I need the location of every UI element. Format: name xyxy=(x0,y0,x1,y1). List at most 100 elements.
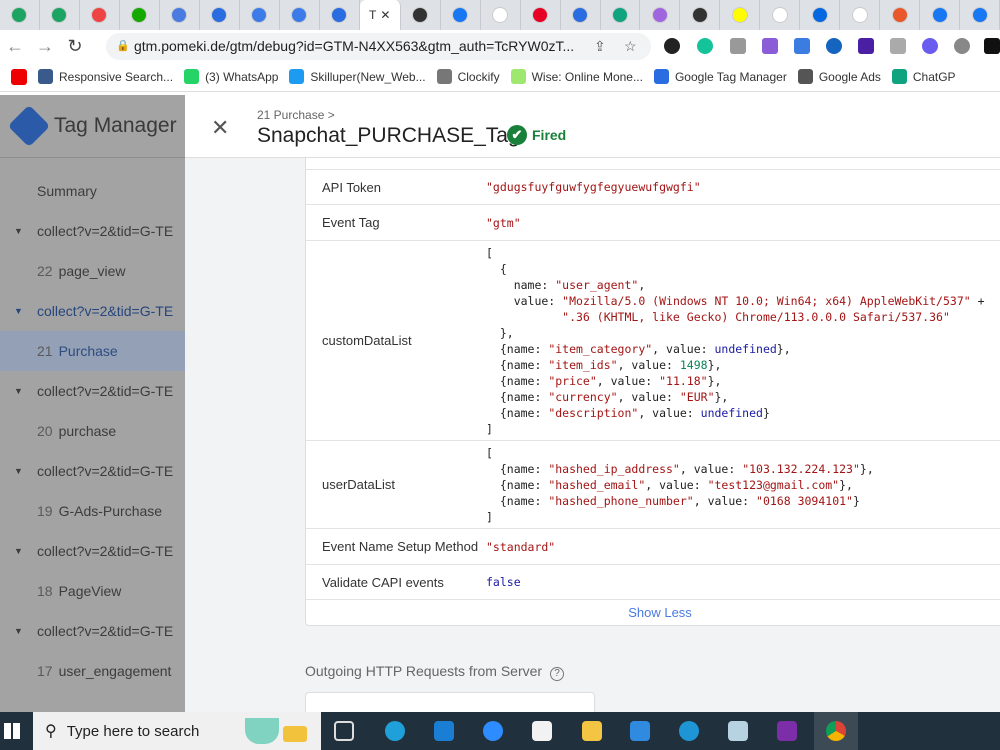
sidebar-request-group[interactable]: ▼ collect?v=2&tid=G-TE xyxy=(0,531,185,571)
back-icon[interactable]: ← xyxy=(0,36,30,57)
browser-tab[interactable] xyxy=(40,0,80,30)
bookmark-star-icon[interactable]: ☆ xyxy=(624,33,637,60)
caret-down-icon[interactable]: ▼ xyxy=(0,226,37,236)
show-less-button[interactable]: Show Less xyxy=(306,600,1000,625)
caret-down-icon[interactable]: ▼ xyxy=(0,306,37,316)
extension-icon[interactable] xyxy=(826,38,842,54)
tab-favicon-icon xyxy=(51,7,68,23)
browser-tab[interactable] xyxy=(481,0,521,30)
extension-icon[interactable] xyxy=(858,38,874,54)
mail-icon[interactable] xyxy=(630,721,650,741)
browser-tab[interactable] xyxy=(0,0,40,30)
windows-start-icon[interactable] xyxy=(4,723,20,739)
close-icon[interactable]: ✕ xyxy=(211,115,229,141)
onenote-icon[interactable] xyxy=(777,721,797,741)
browser-tab[interactable] xyxy=(441,0,481,30)
property-row: customDataList[ { name: "user_agent", va… xyxy=(306,241,1000,441)
sidebar-event-item[interactable]: 22 page_view xyxy=(0,251,185,291)
app-icon[interactable] xyxy=(728,721,748,741)
browser-tab[interactable] xyxy=(680,0,721,30)
chrome-taskbar-button[interactable] xyxy=(814,712,858,750)
bookmark-item[interactable]: Wise: Online Mone... xyxy=(510,69,643,84)
url-text: gtm.pomeki.de/gtm/debug?id=GTM-N4XX563&g… xyxy=(134,38,575,54)
browser-tab[interactable] xyxy=(280,0,320,30)
browser-tab[interactable] xyxy=(720,0,761,30)
close-tab-icon[interactable]: ✕ xyxy=(380,8,390,22)
browser-tab[interactable] xyxy=(200,0,240,30)
extension-icon[interactable] xyxy=(890,38,906,54)
browser-tab[interactable] xyxy=(880,0,921,30)
bookmark-label: ChatGP xyxy=(912,69,956,84)
browser-tab[interactable] xyxy=(800,0,841,30)
app-title: Tag Manager xyxy=(54,114,177,137)
code-token: "price" xyxy=(548,373,597,388)
browser-tab[interactable] xyxy=(640,0,681,30)
extension-icon[interactable] xyxy=(794,38,810,54)
sidebar-event-item[interactable]: 18 PageView xyxy=(0,571,185,611)
tab-favicon-icon xyxy=(171,7,188,23)
sidebar-event-item[interactable]: 20 purchase xyxy=(0,411,185,451)
tab-favicon-icon xyxy=(532,7,549,23)
breadcrumb[interactable]: 21 Purchase > xyxy=(257,108,335,122)
sidebar-event-item[interactable]: 17 user_engagement xyxy=(0,651,185,691)
tab-active[interactable]: T ✕ xyxy=(359,0,401,30)
extension-icon[interactable] xyxy=(922,38,938,54)
zoom-icon[interactable] xyxy=(483,721,503,741)
browser-tab[interactable] xyxy=(920,0,961,30)
caret-down-icon[interactable]: ▼ xyxy=(0,626,37,636)
browser-tab[interactable] xyxy=(960,0,1000,30)
browser-tab[interactable] xyxy=(160,0,200,30)
caret-down-icon[interactable]: ▼ xyxy=(0,546,37,556)
code-token: {name: xyxy=(486,493,549,508)
bookmark-item[interactable]: Google Ads xyxy=(797,69,881,84)
bookmark-item[interactable]: Google Tag Manager xyxy=(653,69,787,84)
browser-tab[interactable] xyxy=(80,0,120,30)
reload-icon[interactable]: ↻ xyxy=(60,36,90,57)
outgoing-request-item[interactable] xyxy=(305,692,595,712)
sidebar-request-group[interactable]: ▼ collect?v=2&tid=G-TE xyxy=(0,291,185,331)
browser-tab[interactable] xyxy=(521,0,561,30)
browser-tab[interactable] xyxy=(320,0,360,30)
edge-icon[interactable] xyxy=(385,721,405,741)
extension-icon[interactable] xyxy=(954,38,970,54)
file-explorer-icon[interactable] xyxy=(582,721,602,741)
caret-down-icon[interactable]: ▼ xyxy=(0,386,37,396)
sidebar-event-item[interactable]: 21 Purchase xyxy=(0,331,185,371)
sidebar-request-group[interactable]: ▼ collect?v=2&tid=G-TE xyxy=(0,371,185,411)
bookmark-item[interactable]: ChatGP xyxy=(891,69,956,84)
help-icon[interactable]: ? xyxy=(550,667,565,681)
code-token: }, xyxy=(707,357,722,372)
sidebar-event-item[interactable]: 19 G-Ads-Purchase xyxy=(0,491,185,531)
extension-icon[interactable] xyxy=(984,38,1000,54)
share-icon[interactable]: ⇪ xyxy=(594,33,606,60)
app-icon[interactable] xyxy=(434,721,454,741)
grammarly-extension-icon[interactable] xyxy=(697,38,713,54)
extension-icon[interactable] xyxy=(664,38,680,54)
taskbar-search-input[interactable]: ⚲ Type here to search xyxy=(33,712,321,750)
sidebar-request-group[interactable]: ▼ collect?v=2&tid=G-TE xyxy=(0,611,185,651)
bookmark-item[interactable]: Skilluper(New_Web... xyxy=(289,69,426,84)
bookmark-item[interactable]: Clockify xyxy=(436,69,500,84)
extension-icon[interactable] xyxy=(762,38,778,54)
caret-down-icon[interactable]: ▼ xyxy=(0,466,37,476)
browser-tab[interactable] xyxy=(120,0,160,30)
bookmark-item[interactable]: (3) WhatsApp xyxy=(184,69,278,84)
browser-tab[interactable] xyxy=(401,0,441,30)
browser-tab[interactable] xyxy=(240,0,280,30)
microsoft-store-icon[interactable] xyxy=(532,721,552,741)
sidebar-item-summary[interactable]: Summary xyxy=(0,171,185,211)
browser-tab[interactable] xyxy=(840,0,881,30)
youtube-icon[interactable] xyxy=(11,68,27,85)
sidebar-request-group[interactable]: ▼ collect?v=2&tid=G-TE xyxy=(0,451,185,491)
browser-tab[interactable] xyxy=(561,0,601,30)
browser-tab[interactable] xyxy=(760,0,801,30)
browser-tab[interactable] xyxy=(601,0,641,30)
url-bar[interactable]: 🔒 gtm.pomeki.de/gtm/debug?id=GTM-N4XX563… xyxy=(106,33,651,60)
bookmark-item[interactable]: Responsive Search... xyxy=(38,69,173,84)
forward-icon[interactable]: → xyxy=(30,36,60,57)
task-view-icon[interactable] xyxy=(334,721,354,741)
sidebar-request-group[interactable]: ▼ collect?v=2&tid=G-TE xyxy=(0,211,185,251)
extension-icon[interactable] xyxy=(730,38,746,54)
skype-icon[interactable] xyxy=(679,721,699,741)
code-token: ".36 (KHTML, like Gecko) Chrome/113.0.0.… xyxy=(486,309,950,324)
